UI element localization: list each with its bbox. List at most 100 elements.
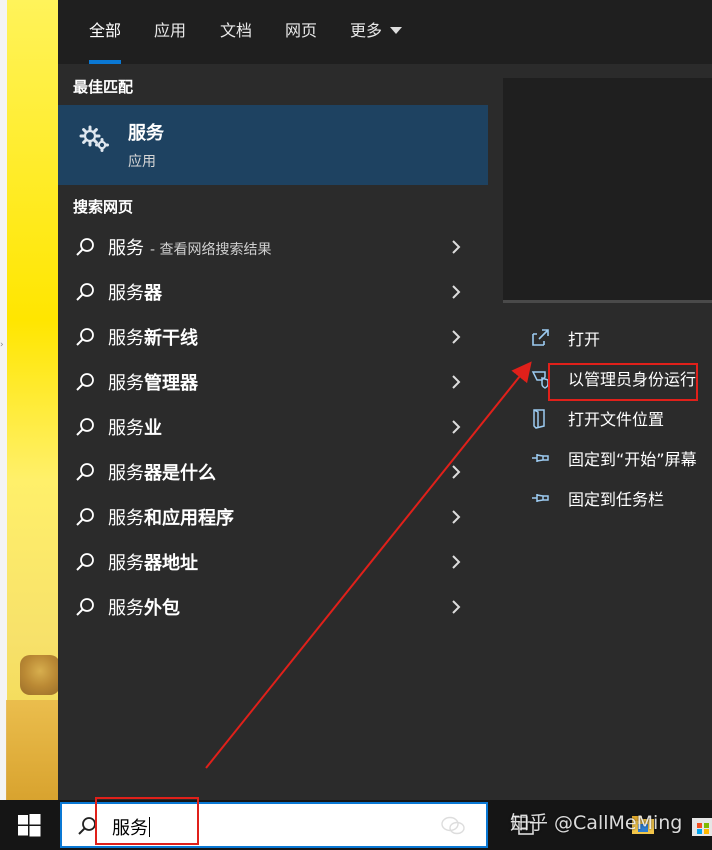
web-search-item[interactable]: 服务新干线 — [58, 314, 488, 359]
web-search-item-text: 服务外包 — [108, 594, 180, 620]
best-match-heading: 最佳匹配 — [73, 78, 134, 96]
web-search-item[interactable]: 服务器是什么 — [58, 449, 488, 494]
web-search-item-text: 服务器是什么 — [108, 459, 216, 485]
search-icon — [76, 373, 94, 391]
web-search-query: 服务 — [108, 283, 144, 304]
chevron-right-icon[interactable] — [450, 598, 462, 616]
wechat-icon — [441, 816, 465, 835]
web-search-suggestion: 外包 — [144, 598, 180, 619]
search-icon — [76, 418, 94, 436]
action-pin-to-start-label: 固定到“开始”屏幕 — [568, 450, 697, 469]
chevron-right-icon[interactable] — [450, 238, 462, 256]
action-pin-to-taskbar-label: 固定到任务栏 — [568, 490, 665, 509]
search-icon — [76, 598, 94, 616]
web-search-suggestion: 和应用程序 — [144, 508, 234, 529]
windows-logo-icon — [18, 814, 41, 837]
gear-icon — [79, 125, 109, 152]
web-search-item-text: 服务管理器 — [108, 369, 198, 395]
web-search-item-text: 服务业 — [108, 414, 162, 440]
search-icon — [76, 238, 94, 256]
start-button[interactable] — [0, 800, 58, 850]
tab-all[interactable]: 全部 — [89, 0, 122, 64]
web-search-item[interactable]: 服务 - 查看网络搜索结果 — [58, 224, 488, 269]
web-search-query: 服务 — [108, 418, 144, 439]
results-list: 最佳匹配 服务 应用 搜索网页 服务 - 查看网络搜索结果服务器 服务新干线 服… — [58, 64, 488, 800]
action-open[interactable]: 打开 — [503, 319, 712, 355]
web-search-item-text: 服务器 — [108, 279, 162, 305]
web-search-query: 服务 — [108, 328, 144, 349]
web-search-query: 服务 — [108, 463, 144, 484]
web-search-query: 服务 — [108, 598, 144, 619]
search-icon — [76, 328, 94, 346]
web-search-suggestion: 器地址 — [144, 553, 198, 574]
annotation-box-run-as-admin — [548, 363, 698, 401]
app-preview-area — [503, 78, 712, 300]
tab-all-label: 全部 — [89, 21, 122, 40]
collapse-arrow-icon: › — [0, 340, 4, 350]
search-icon — [76, 553, 94, 571]
chevron-right-icon[interactable] — [450, 283, 462, 301]
web-search-suggestion: 器是什么 — [144, 463, 216, 484]
web-search-item-text: 服务 - 查看网络搜索结果 — [108, 234, 272, 260]
web-search-item-text: 服务和应用程序 — [108, 504, 234, 530]
tab-documents[interactable]: 文档 — [220, 0, 252, 64]
pin-icon — [532, 494, 549, 502]
action-open-label: 打开 — [568, 330, 601, 349]
best-match-item-services[interactable]: 服务 应用 — [58, 105, 488, 185]
web-search-subtext: - 查看网络搜索结果 — [150, 242, 272, 258]
action-open-file-location-label: 打开文件位置 — [568, 410, 665, 429]
web-search-item[interactable]: 服务管理器 — [58, 359, 488, 404]
best-match-name: 服务 — [128, 123, 164, 144]
web-search-query: 服务 — [108, 238, 144, 259]
web-search-item[interactable]: 服务外包 — [58, 584, 488, 629]
web-search-item[interactable]: 服务器地址 — [58, 539, 488, 584]
search-filter-tabs: 全部 应用 文档 网页 更多 — [58, 0, 712, 64]
web-search-item[interactable]: 服务业 — [58, 404, 488, 449]
action-open-file-location[interactable]: 打开文件位置 — [503, 399, 712, 435]
web-search-suggestion: 业 — [144, 418, 162, 439]
tab-documents-label: 文档 — [220, 21, 253, 40]
wallpaper-burger-image — [20, 655, 60, 695]
open-icon — [532, 329, 549, 346]
pin-icon — [532, 454, 549, 462]
tab-more[interactable]: 更多 — [350, 0, 403, 64]
search-icon — [76, 283, 94, 301]
detail-divider — [503, 300, 712, 303]
tab-web-label: 网页 — [285, 21, 318, 40]
action-pin-to-start[interactable]: 固定到“开始”屏幕 — [503, 439, 712, 475]
web-search-query: 服务 — [108, 553, 144, 574]
tab-apps[interactable]: 应用 — [154, 0, 186, 64]
store-icon[interactable] — [690, 812, 712, 838]
web-search-heading: 搜索网页 — [73, 198, 134, 216]
chevron-right-icon[interactable] — [450, 508, 462, 526]
tab-apps-label: 应用 — [154, 21, 187, 40]
tab-more-label: 更多 — [350, 21, 383, 40]
web-search-query: 服务 — [108, 373, 144, 394]
web-search-suggestion: 器 — [144, 283, 162, 304]
chevron-down-icon — [390, 27, 403, 34]
best-match-type: 应用 — [128, 154, 156, 170]
search-icon — [76, 508, 94, 526]
web-search-item-text: 服务新干线 — [108, 324, 198, 350]
file-location-icon — [533, 409, 545, 429]
desktop-wallpaper: › — [0, 0, 60, 800]
web-search-suggestion: 新干线 — [144, 328, 198, 349]
tab-web[interactable]: 网页 — [285, 0, 317, 64]
chevron-right-icon[interactable] — [450, 328, 462, 346]
chevron-right-icon[interactable] — [450, 463, 462, 481]
watermark-text: 知乎 @CallMeMing — [510, 812, 683, 834]
item-detail-pane: 打开 以管理员身份运行 打开文件位置 固定到“开始”屏幕 固定到任务栏 — [488, 64, 712, 800]
web-search-item[interactable]: 服务和应用程序 — [58, 494, 488, 539]
search-icon — [76, 463, 94, 481]
desktop-edge — [0, 0, 7, 800]
web-search-item-text: 服务器地址 — [108, 549, 198, 575]
chevron-right-icon[interactable] — [450, 418, 462, 436]
web-search-suggestion: 管理器 — [144, 373, 198, 394]
action-pin-to-taskbar[interactable]: 固定到任务栏 — [503, 479, 712, 515]
chevron-right-icon[interactable] — [450, 373, 462, 391]
chevron-right-icon[interactable] — [450, 553, 462, 571]
web-search-query: 服务 — [108, 508, 144, 529]
web-search-item[interactable]: 服务器 — [58, 269, 488, 314]
wallpaper-table-image — [6, 700, 58, 800]
annotation-box-search-input — [95, 797, 199, 845]
